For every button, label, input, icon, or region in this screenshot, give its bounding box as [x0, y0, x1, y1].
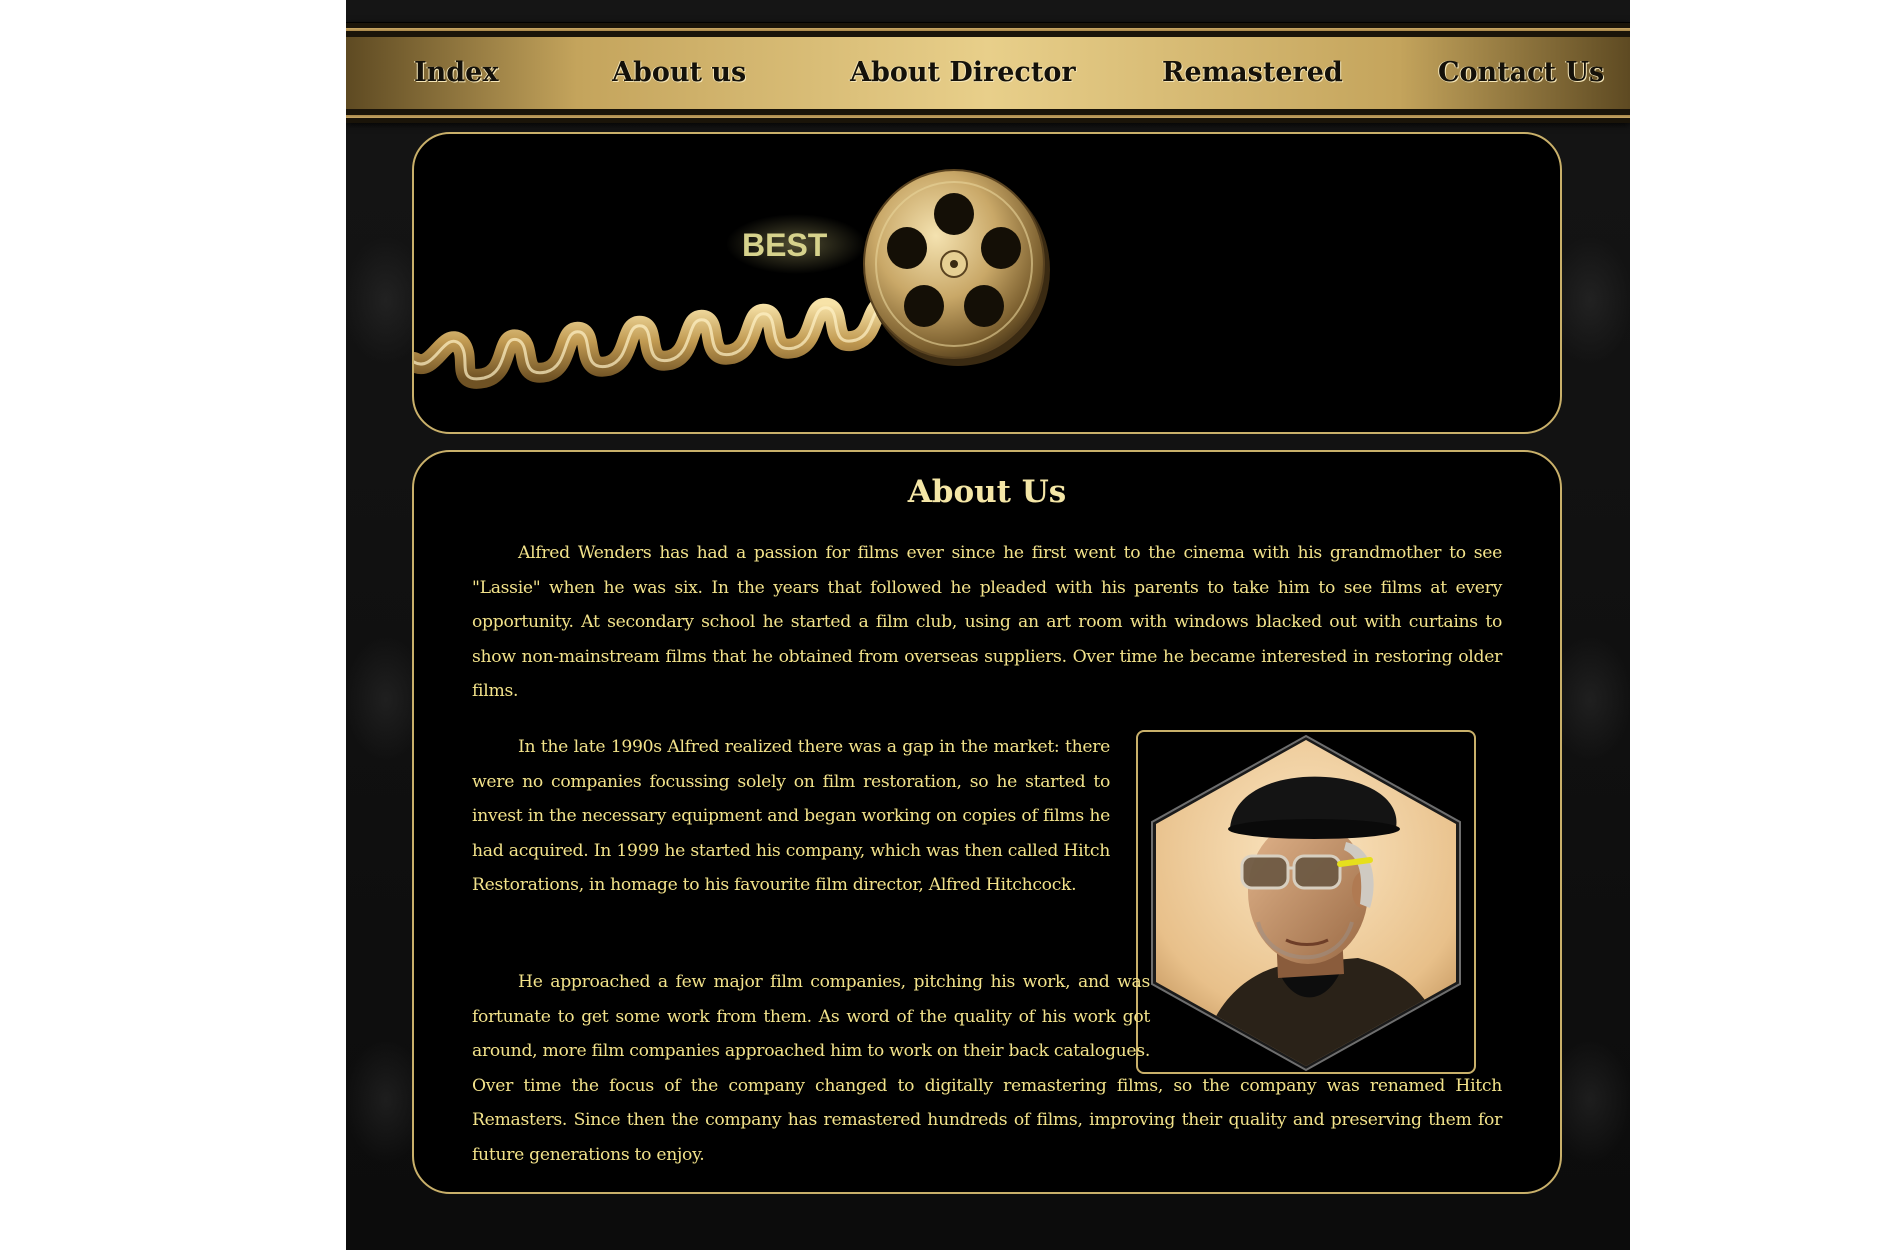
about-paragraph-3: He approached a few major film companies… — [472, 965, 1502, 1172]
film-reel-banner-image: BEST — [414, 169, 1050, 389]
top-navigation-bar: Index About us About Director Remastered… — [346, 22, 1630, 123]
about-paragraph-2: In the late 1990s Alfred realized there … — [472, 737, 1110, 895]
banner-panel: BEST — [412, 132, 1562, 434]
photo-wrap-spacer — [1150, 965, 1502, 1067]
nav-item-contact-us[interactable]: Contact Us — [1438, 37, 1604, 109]
nav-item-about-us[interactable]: About us — [612, 37, 746, 109]
best-text: BEST — [742, 227, 828, 263]
film-ribbon-icon — [414, 294, 894, 389]
about-us-panel: About Us Alfred Wenders has had a passio… — [412, 450, 1562, 1194]
nav-menu: Index About us About Director Remastered… — [346, 37, 1630, 109]
page-background: Index About us About Director Remastered… — [346, 0, 1630, 1250]
nav-item-index[interactable]: Index — [414, 37, 498, 109]
film-reel-icon — [863, 169, 1050, 366]
nav-item-remastered[interactable]: Remastered — [1162, 37, 1343, 109]
page-title: About Us — [907, 474, 1067, 510]
nav-item-about-director[interactable]: About Director — [850, 37, 1076, 109]
about-paragraph-1: Alfred Wenders has had a passion for fil… — [472, 543, 1502, 701]
